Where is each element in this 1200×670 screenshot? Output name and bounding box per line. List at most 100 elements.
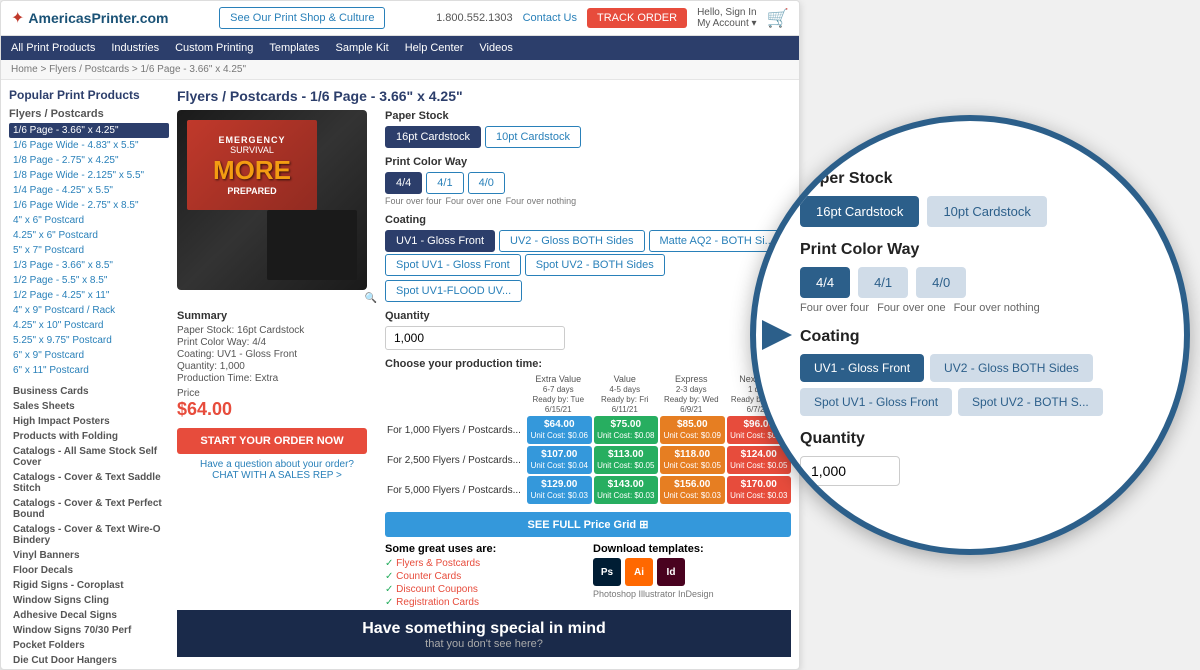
sidebar-item-6x9[interactable]: 6" x 9" Postcard [9,348,169,363]
color-44-button[interactable]: 4/4 [385,172,422,194]
sidebar-item-4x6[interactable]: 4" x 6" Postcard [9,213,169,228]
sidebar-item-525x975[interactable]: 5.25" x 9.75" Postcard [9,333,169,348]
sidebar-rigid[interactable]: Rigid Signs - Coroplast [9,578,169,593]
chat-area: Have a question about your order? CHAT W… [177,459,377,481]
quantity-input[interactable] [385,326,565,350]
sidebar-window-perf[interactable]: Window Signs 70/30 Perf [9,623,169,638]
price-5000-express[interactable]: $156.00Unit Cost: $0.03 [660,476,725,504]
price-5000-extra[interactable]: $129.00Unit Cost: $0.03 [527,476,592,504]
photoshop-icon[interactable]: Ps [593,558,621,586]
sidebar-item-1-6[interactable]: 1/6 Page - 3.66" x 4.25" [9,123,169,138]
popup-uv2-button[interactable]: UV2 - Gloss BOTH Sides [930,354,1093,382]
popup-paper-stock-title: Paper Stock [800,170,1140,188]
summary-quantity: Quantity: 1,000 [177,361,377,372]
price-2500-extra[interactable]: $107.00Unit Cost: $0.04 [527,446,592,474]
nav-all-print[interactable]: All Print Products [11,42,95,54]
sidebar-business-cards[interactable]: Business Cards [9,384,169,399]
see-price-grid-button[interactable]: SEE FULL Price Grid ⊞ [385,512,791,537]
color-41-button[interactable]: 4/1 [426,172,463,194]
sidebar-posters[interactable]: High Impact Posters [9,414,169,429]
popup-coating-options-2: Spot UV1 - Gloss Front Spot UV2 - BOTH S… [800,388,1140,416]
sidebar-item-half-55[interactable]: 1/2 Page - 5.5" x 8.5" [9,273,169,288]
cart-icon[interactable]: 🛒 [767,8,789,29]
price-1000-extra[interactable]: $64.00Unit Cost: $0.06 [527,416,592,444]
price-5000-value[interactable]: $143.00Unit Cost: $0.03 [594,476,659,504]
popup-41-button[interactable]: 4/1 [858,267,908,298]
sidebar-item-1-6-wide2[interactable]: 1/6 Page Wide - 2.75" x 8.5" [9,198,169,213]
product-image-card-back [267,210,357,280]
sidebar-folding[interactable]: Products with Folding [9,429,169,444]
sidebar-item-1-8-wide[interactable]: 1/8 Page Wide - 2.125" x 5.5" [9,168,169,183]
sidebar-adhesive[interactable]: Adhesive Decal Signs [9,608,169,623]
nav-videos[interactable]: Videos [479,42,512,54]
sidebar-pocket[interactable]: Pocket Folders [9,638,169,653]
sidebar-vinyl[interactable]: Vinyl Banners [9,548,169,563]
price-5000-next[interactable]: $170.00Unit Cost: $0.03 [727,476,792,504]
start-order-button[interactable]: START YOUR ORDER NOW [177,428,367,454]
see-print-shop-button[interactable]: See Our Print Shop & Culture [219,7,385,29]
color-40-button[interactable]: 4/0 [468,172,505,194]
popup-uv1-button[interactable]: UV1 - Gloss Front [800,354,924,382]
paper-16pt-button[interactable]: 16pt Cardstock [385,126,481,148]
price-1000-express[interactable]: $85.00Unit Cost: $0.09 [660,416,725,444]
paper-10pt-button[interactable]: 10pt Cardstock [485,126,581,148]
sidebar-item-425x10[interactable]: 4.25" x 10" Postcard [9,318,169,333]
coating-spot-uv2-button[interactable]: Spot UV2 - BOTH Sides [525,254,665,276]
sidebar-catalogs-1[interactable]: Catalogs - All Same Stock Self Cover [9,444,169,470]
sidebar-window[interactable]: Window Signs Cling [9,593,169,608]
indesign-icon[interactable]: Id [657,558,685,586]
sidebar-die-cut[interactable]: Die Cut Door Hangers [9,653,169,665]
sublabel-41: Four over one [446,196,502,206]
price-2500-express[interactable]: $118.00Unit Cost: $0.05 [660,446,725,474]
popup-16pt-button[interactable]: 16pt Cardstock [800,196,919,227]
pricing-title: Choose your production time: [385,358,791,370]
summary-title: Summary [177,310,377,322]
sidebar-item-6x11[interactable]: 6" x 11" Postcard [9,363,169,378]
sidebar-catalogs-2[interactable]: Catalogs - Cover & Text Saddle Stitch [9,470,169,496]
chat-link-text[interactable]: CHAT WITH A SALES REP > [177,470,377,481]
image-zoom[interactable]: 🔍 [177,293,377,304]
sidebar-catalogs-4[interactable]: Catalogs - Cover & Text Wire-O Bindery [9,522,169,548]
popup-40-button[interactable]: 4/0 [916,267,966,298]
coating-spot-flood-button[interactable]: Spot UV1-FLOOD UV... [385,280,522,302]
sidebar-item-4x9[interactable]: 4" x 9" Postcard / Rack [9,303,169,318]
coating-uv2-button[interactable]: UV2 - Gloss BOTH Sides [499,230,644,252]
nav-sample[interactable]: Sample Kit [335,42,388,54]
illustrator-icon[interactable]: Ai [625,558,653,586]
nav-templates[interactable]: Templates [269,42,319,54]
coating-uv1-button[interactable]: UV1 - Gloss Front [385,230,495,252]
popup-44-button[interactable]: 4/4 [800,267,850,298]
nav-custom[interactable]: Custom Printing [175,42,253,54]
sidebar-catalogs-3[interactable]: Catalogs - Cover & Text Perfect Bound [9,496,169,522]
price-area: Price $64.00 [177,388,377,420]
pricing-header-extra: Extra Value6-7 daysReady by: Tue 6/15/21 [525,374,592,414]
sidebar-floor[interactable]: Floor Decals [9,563,169,578]
popup-spot-uv2-button[interactable]: Spot UV2 - BOTH S... [958,388,1103,416]
sidebar-item-1-8[interactable]: 1/8 Page - 2.75" x 4.25" [9,153,169,168]
popup-spot-uv1-button[interactable]: Spot UV1 - Gloss Front [800,388,952,416]
sidebar-item-1-6-wide[interactable]: 1/6 Page Wide - 4.83" x 5.5" [9,138,169,153]
track-order-button[interactable]: TRACK ORDER [587,8,687,28]
sidebar-item-half-11[interactable]: 1/2 Page - 4.25" x 11" [9,288,169,303]
sidebar: Popular Print Products Flyers / Postcard… [9,88,169,657]
sidebar-item-5x7[interactable]: 5" x 7" Postcard [9,243,169,258]
nav-industries[interactable]: Industries [111,42,159,54]
print-color-section: Print Color Way 4/4 4/1 4/0 Four over fo… [385,156,791,206]
contact-us-link[interactable]: Contact Us [523,12,577,24]
coating-spot-uv1-button[interactable]: Spot UV1 - Gloss Front [385,254,521,276]
sidebar-item-425x6[interactable]: 4.25" x 6" Postcard [9,228,169,243]
product-image-col: EMERGENCY SURVIVAL MORE PREPARED 🔍 Summa… [177,110,377,610]
sidebar-item-1-4[interactable]: 1/4 Page - 4.25" x 5.5" [9,183,169,198]
main-content: Popular Print Products Flyers / Postcard… [1,80,799,665]
coating-matte-button[interactable]: Matte AQ2 - BOTH Si... [649,230,785,252]
sidebar-item-1-3[interactable]: 1/3 Page - 3.66" x 8.5" [9,258,169,273]
price-2500-next[interactable]: $124.00Unit Cost: $0.05 [727,446,792,474]
price-1000-value[interactable]: $75.00Unit Cost: $0.08 [594,416,659,444]
logo-area: ✦ AmericasPrinter.com [11,8,168,28]
sidebar-sales-sheets[interactable]: Sales Sheets [9,399,169,414]
pricing-header-value: Value4-5 daysReady by: Fri 6/11/21 [592,374,659,414]
nav-help[interactable]: Help Center [405,42,464,54]
popup-10pt-button[interactable]: 10pt Cardstock [927,196,1046,227]
price-2500-value[interactable]: $113.00Unit Cost: $0.05 [594,446,659,474]
popup-quantity-input[interactable] [800,456,900,486]
